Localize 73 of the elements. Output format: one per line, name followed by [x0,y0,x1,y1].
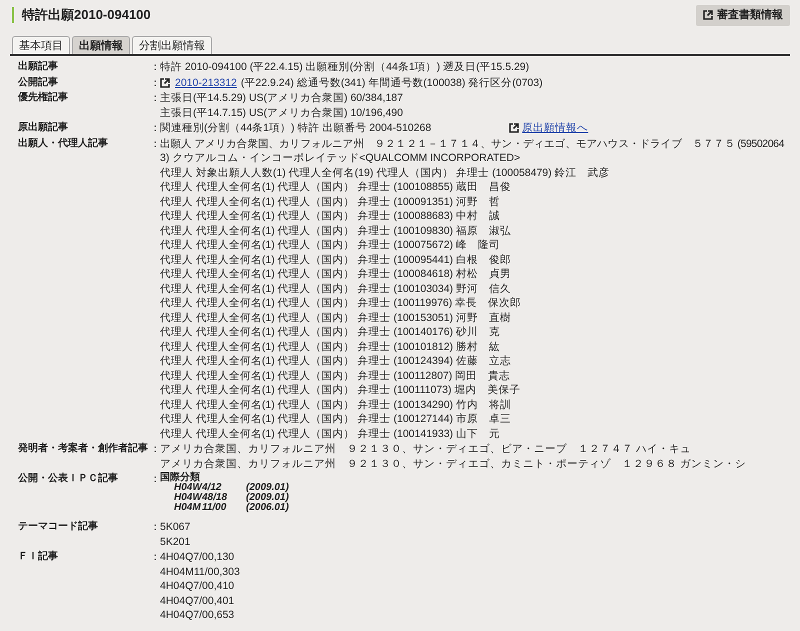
field-value: 代理人 代理人全何名(1) 代理人（国内） 弁理士 (100127144) 市原 卓三 [160,412,511,426]
external-link-icon [160,78,170,88]
ipc-version: (2009.01) [246,493,289,503]
ipc-class: H04M [174,503,202,513]
field-value: 5K201 [160,534,190,549]
field-value: 代理人 代理人全何名(1) 代理人（国内） 弁理士 (100084618) 村松 貞男 [160,267,511,282]
colon-separator: ： [150,91,161,106]
field-value: 5K067 [160,520,190,534]
field-label: 出願人・代理人記事 [18,136,108,150]
tab[interactable]: 分割出願情報 [132,36,212,54]
ipc-group: 4/12 [202,483,246,493]
field-value: 代理人 代理人全何名(1) 代理人（国内） 弁理士 (100119976) 幸長 保次郎 [160,296,522,310]
field-value: 主張日(平14.7.15) US(アメリカ合衆国) 10/196,490 [160,106,403,120]
field-value: 代理人 代理人全何名(1) 代理人（国内） 弁理士 (100095441) 白根 俊郎 [160,252,511,267]
field-value: 4H04Q7/00,653 [160,608,234,622]
field-label: 公開記事 [18,76,58,90]
field-value: 関連種別(分割（44条1項）) 特許 出願番号 2004-510268 [160,121,432,136]
field-value: 代理人 代理人全何名(1) 代理人（国内） 弁理士 (100075672) 峰 隆司 [160,238,500,252]
field-label: 出願記事 [18,60,58,74]
field-label: 原出願記事 [18,121,68,135]
field-value: 4H04Q7/00,130 [160,550,234,564]
field-value: 代理人 対象出願人人数(1) 代理人全何名(19) 代理人（国内） 弁理士 (100058479) 鈴江 武彦 [160,166,610,180]
colon-separator: ： [150,473,161,487]
colon-separator: ： [150,76,161,90]
page-title: 特許出願2010-094100 [12,7,151,24]
field-value: 代理人 代理人全何名(1) 代理人（国内） 弁理士 (100112807) 岡田 貴志 [160,368,510,383]
field-value: 代理人 代理人全何名(1) 代理人（国内） 弁理士 (100103034) 野河 信久 [160,282,511,296]
field-value: 代理人 代理人全何名(1) 代理人（国内） 弁理士 (100140176) 砂川 克 [160,325,500,340]
ipc-group: 11/00 [202,503,246,513]
field-value: 代理人 代理人全何名(1) 代理人（国内） 弁理士 (100101812) 勝村 紘 [160,340,500,354]
field-label: 優先権記事 [18,91,68,105]
external-link-icon [509,123,520,134]
colon-separator: ： [150,60,161,74]
ipc-version: (2009.01) [246,483,289,493]
field-value: 代理人 代理人全何名(1) 代理人（国内） 弁理士 (100111073) 堀内 美保子 [160,383,520,398]
colon-separator: ： [150,442,161,457]
field-value: アメリカ合衆国、カリフォルニア州 ９２１３０、サン・ディエゴ、ビア・ニーブ １２７４７ ハイ・キュ [160,442,691,456]
field-value: アメリカ合衆国、カリフォルニア州 ９２１３０、サン・ディエゴ、カミニト・ポーティゾ １２９６８ ガンミン・シ [160,456,746,471]
field-value: 4H04Q7/00,401 [160,594,234,608]
original-application-link[interactable]: 原出願情報へ [522,121,588,136]
field-label: ＦＩ記事 [18,550,58,564]
ipc-group: 48/18 [202,493,246,503]
publication-link[interactable]: 2010-213312 [175,76,237,90]
field-value: (平22.9.24) 総通号数(341) 年間通号数(100038) 発行区分(0703) [240,76,543,90]
field-value: 代理人 代理人全何名(1) 代理人（国内） 弁理士 (100124394) 佐藤 立志 [160,354,511,368]
colon-separator: ： [150,121,161,136]
field-value: 特許 2010-094100 (平22.4.15) 出願種別(分割（44条1項）) 遡及日(平15.5.29) [160,60,530,74]
field-value: 主張日(平14.5.29) US(アメリカ合衆国) 60/384,187 [160,91,403,106]
field-value: 出願人 アメリカ合衆国、カリフォルニア州 ９２１２１－１７１４、サン・ディエゴ、モアハウス・ドライブ ５７７５ (59502064 [160,136,784,151]
tab[interactable]: 基本項目 [12,36,70,54]
field-value: 代理人 代理人全何名(1) 代理人（国内） 弁理士 (100108855) 蔵田 昌俊 [160,180,511,194]
field-value: 3) クウアルコム・インコーポレイテッド<QUALCOMM INCORPORATED> [160,151,520,166]
field-value: 4H04Q7/00,410 [160,579,234,594]
colon-separator: ： [150,520,161,535]
ipc-class: H04W [174,483,202,493]
field-label: テーマコード記事 [18,520,98,534]
tab[interactable]: 出願情報 [72,36,130,54]
field-label: 発明者・考案者・創作者記事 [18,442,148,456]
colon-separator: ： [150,136,161,152]
ipc-class: H04W [174,493,202,503]
external-link-icon [703,10,713,20]
classification-heading: 国際分類 [160,472,201,483]
field-value: 代理人 代理人全何名(1) 代理人（国内） 弁理士 (100091351) 河野 哲 [160,194,500,209]
field-value: 代理人 代理人全何名(1) 代理人（国内） 弁理士 (100153051) 河野 直樹 [160,310,511,325]
colon-separator: ： [150,550,161,565]
ipc-version: (2006.01) [246,503,289,513]
field-value: 代理人 代理人全何名(1) 代理人（国内） 弁理士 (100134290) 竹内 将訓 [160,398,511,412]
field-value: 代理人 代理人全何名(1) 代理人（国内） 弁理士 (100088683) 中村 誠 [160,209,500,224]
examination-documents-button[interactable]: 審査書類情報 [696,5,790,26]
field-label: 公開・公表ＩＰＣ記事 [18,472,118,486]
field-value: 代理人 代理人全何名(1) 代理人（国内） 弁理士 (100141933) 山下 元 [160,426,500,441]
field-value: 代理人 代理人全何名(1) 代理人（国内） 弁理士 (100109830) 福原 淑弘 [160,224,511,238]
field-value: 4H04M11/00,303 [160,564,240,579]
